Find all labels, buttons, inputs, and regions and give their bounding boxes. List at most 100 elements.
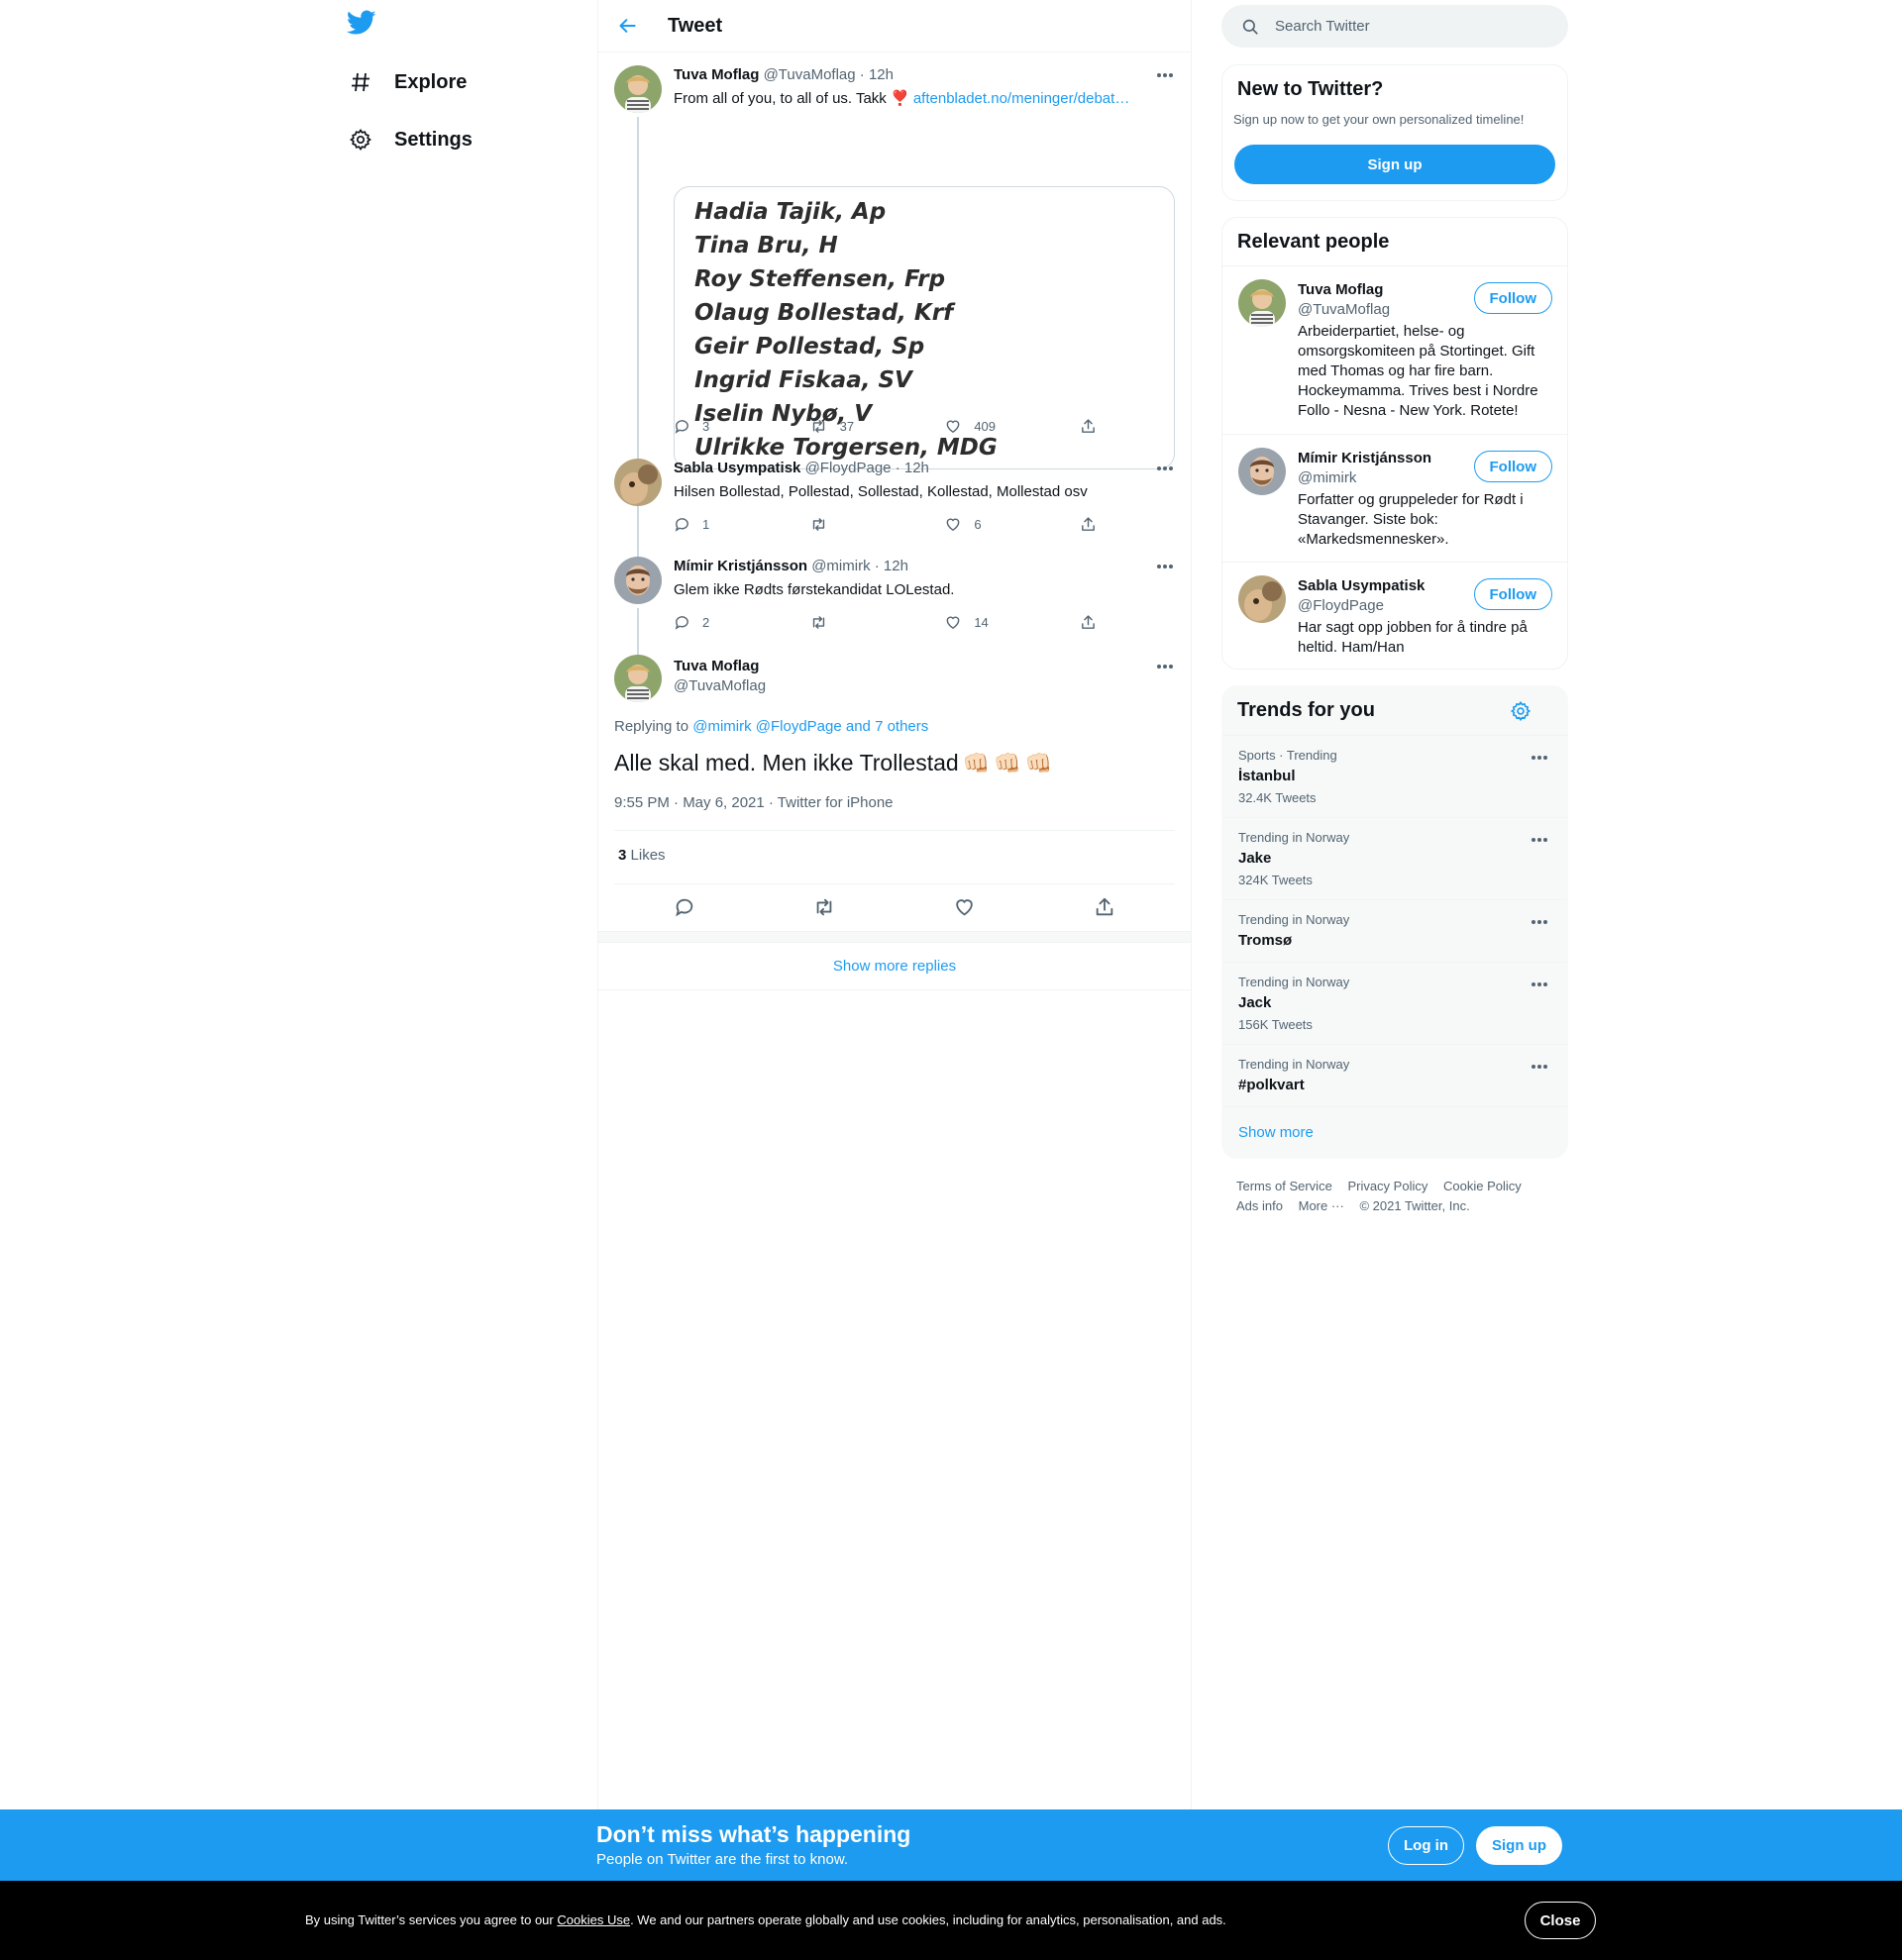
footer-link[interactable]: Terms of Service bbox=[1236, 1179, 1332, 1193]
signup-button[interactable]: Sign up bbox=[1234, 145, 1555, 184]
follow-button[interactable]: Follow bbox=[1473, 578, 1552, 610]
person-card[interactable]: Tuva Moflag @TuvaMoflag Follow Arbeiderp… bbox=[1222, 265, 1567, 434]
reply-icon bbox=[675, 419, 688, 434]
tweet-link[interactable]: aftenbladet.no/meninger/debat… bbox=[913, 90, 1130, 107]
avatar[interactable] bbox=[614, 65, 662, 113]
nav-settings[interactable]: Settings bbox=[335, 114, 484, 165]
person-name[interactable]: Mímir Kristjánsson bbox=[1298, 449, 1486, 468]
retweet-button[interactable]: 37 bbox=[809, 416, 943, 436]
author-name[interactable]: Tuva Moflag bbox=[674, 658, 759, 674]
share-icon bbox=[1082, 418, 1095, 433]
thread-tweet[interactable]: Sabla Usympatisk @FloydPage · 12h Hilsen… bbox=[614, 459, 1177, 558]
person-handle[interactable]: @TuvaMoflag bbox=[1298, 300, 1486, 320]
footer-link[interactable]: Privacy Policy bbox=[1347, 1179, 1427, 1193]
likes-summary[interactable]: 3 Likes bbox=[618, 847, 666, 864]
like-button[interactable]: 14 bbox=[944, 612, 1078, 632]
retweet-icon[interactable] bbox=[810, 893, 838, 921]
heart-icon[interactable] bbox=[951, 893, 979, 921]
avatar[interactable] bbox=[614, 655, 662, 702]
heart-icon bbox=[946, 420, 960, 433]
person-card[interactable]: Sabla Usympatisk @FloydPage Follow Har s… bbox=[1222, 562, 1567, 669]
show-more-replies-button[interactable]: Show more replies bbox=[598, 943, 1191, 990]
nav-explore[interactable]: Explore bbox=[335, 56, 478, 108]
more-options-icon[interactable] bbox=[1528, 830, 1551, 850]
footer-link[interactable]: Ads info bbox=[1236, 1198, 1283, 1213]
replying-to-users[interactable]: @mimirk @FloydPage and 7 others bbox=[692, 718, 928, 735]
cookies-use-link[interactable]: Cookies Use bbox=[557, 1912, 630, 1927]
like-button[interactable]: 409 bbox=[944, 416, 1078, 436]
more-options-icon[interactable] bbox=[1153, 557, 1177, 576]
follow-button[interactable]: Follow bbox=[1473, 282, 1552, 314]
trend-item[interactable]: Trending in Norway #polkvart bbox=[1222, 1044, 1567, 1106]
follow-button[interactable]: Follow bbox=[1473, 451, 1552, 482]
avatar[interactable] bbox=[1238, 448, 1286, 495]
author-handle[interactable]: @TuvaMoflag bbox=[674, 677, 766, 694]
author-handle[interactable]: @mimirk bbox=[811, 558, 870, 574]
banner-signup-button[interactable]: Sign up bbox=[1476, 1826, 1562, 1865]
retweet-button[interactable] bbox=[809, 514, 943, 534]
avatar[interactable] bbox=[614, 459, 662, 506]
thread-tweet[interactable]: Tuva Moflag @TuvaMoflag · 12h From all o… bbox=[614, 65, 1177, 521]
cookie-close-button[interactable]: Close bbox=[1525, 1902, 1596, 1939]
more-options-icon[interactable] bbox=[1528, 748, 1551, 768]
person-name[interactable]: Sabla Usympatisk bbox=[1298, 576, 1486, 596]
panel-title: Trends for you bbox=[1237, 699, 1375, 721]
share-button[interactable] bbox=[1080, 612, 1100, 632]
share-icon[interactable] bbox=[1091, 893, 1118, 921]
person-handle[interactable]: @mimirk bbox=[1298, 468, 1486, 488]
tweet-time[interactable]: · 12h bbox=[860, 66, 894, 83]
retweet-button[interactable] bbox=[809, 612, 943, 632]
tweet-time[interactable]: · 12h bbox=[875, 558, 908, 574]
signup-banner: Don’t miss what’s happening People on Tw… bbox=[0, 1809, 1902, 1881]
tweet-actions: 3 37 409 bbox=[674, 416, 1100, 436]
thread-tweet[interactable]: Mímir Kristjánsson @mimirk · 12h Glem ik… bbox=[614, 557, 1177, 656]
more-options-icon[interactable] bbox=[1153, 65, 1177, 85]
back-arrow-icon[interactable] bbox=[611, 9, 645, 43]
share-button[interactable] bbox=[1080, 416, 1100, 436]
trends-footer: Show more bbox=[1222, 1106, 1567, 1158]
tweet-meta[interactable]: 9:55 PM · May 6, 2021 · Twitter for iPho… bbox=[614, 794, 894, 811]
twitter-logo-icon[interactable] bbox=[346, 10, 378, 42]
avatar[interactable] bbox=[1238, 279, 1286, 327]
author-name[interactable]: Sabla Usympatisk bbox=[674, 460, 800, 476]
author-handle[interactable]: @FloydPage bbox=[805, 460, 892, 476]
search-input[interactable]: Search Twitter bbox=[1221, 5, 1568, 48]
author-handle[interactable]: @TuvaMoflag bbox=[764, 66, 856, 83]
show-more-trends-link[interactable]: Show more bbox=[1238, 1124, 1314, 1141]
like-button[interactable]: 6 bbox=[944, 514, 1078, 534]
reply-button[interactable]: 3 bbox=[674, 416, 807, 436]
trend-item[interactable]: Trending in Norway Tromsø bbox=[1222, 899, 1567, 962]
thread-line bbox=[637, 608, 639, 656]
reply-button[interactable]: 2 bbox=[674, 612, 807, 632]
footer-link[interactable]: Cookie Policy bbox=[1443, 1179, 1522, 1193]
avatar[interactable] bbox=[614, 557, 662, 604]
person-handle[interactable]: @FloydPage bbox=[1298, 596, 1486, 616]
tweet-text: From all of you, to all of us. Takk ❣️ a… bbox=[674, 89, 1177, 109]
more-options-icon[interactable] bbox=[1528, 912, 1551, 932]
section-separator bbox=[598, 931, 1191, 943]
tweet-actions: 2 14 bbox=[674, 612, 1100, 632]
image-line: Tina Bru, H bbox=[694, 233, 838, 258]
footer-link[interactable]: More ··· bbox=[1299, 1198, 1344, 1213]
more-options-icon[interactable] bbox=[1528, 975, 1551, 994]
person-name[interactable]: Tuva Moflag bbox=[1298, 280, 1486, 300]
image-line: Roy Steffensen, Frp bbox=[694, 266, 946, 292]
more-options-icon[interactable] bbox=[1153, 657, 1177, 676]
reply-icon[interactable] bbox=[671, 893, 698, 921]
heart-icon bbox=[946, 518, 960, 531]
author-name[interactable]: Tuva Moflag bbox=[674, 66, 759, 83]
trend-item[interactable]: Trending in Norway Jack 156K Tweets bbox=[1222, 962, 1567, 1044]
more-options-icon[interactable] bbox=[1528, 1057, 1551, 1077]
more-options-icon[interactable] bbox=[1153, 459, 1177, 478]
trend-item[interactable]: Sports · Trending İstanbul 32.4K Tweets bbox=[1222, 735, 1567, 817]
reply-button[interactable]: 1 bbox=[674, 514, 807, 534]
trends-settings-icon[interactable] bbox=[1510, 700, 1532, 727]
trend-item[interactable]: Trending in Norway Jake 324K Tweets bbox=[1222, 817, 1567, 899]
login-button[interactable]: Log in bbox=[1388, 1826, 1464, 1865]
share-icon bbox=[1082, 614, 1095, 629]
author-name[interactable]: Mímir Kristjánsson bbox=[674, 558, 807, 574]
share-button[interactable] bbox=[1080, 514, 1100, 534]
person-card[interactable]: Mímir Kristjánsson @mimirk Follow Forfat… bbox=[1222, 434, 1567, 562]
avatar[interactable] bbox=[1238, 575, 1286, 623]
tweet-time[interactable]: · 12h bbox=[896, 460, 929, 476]
